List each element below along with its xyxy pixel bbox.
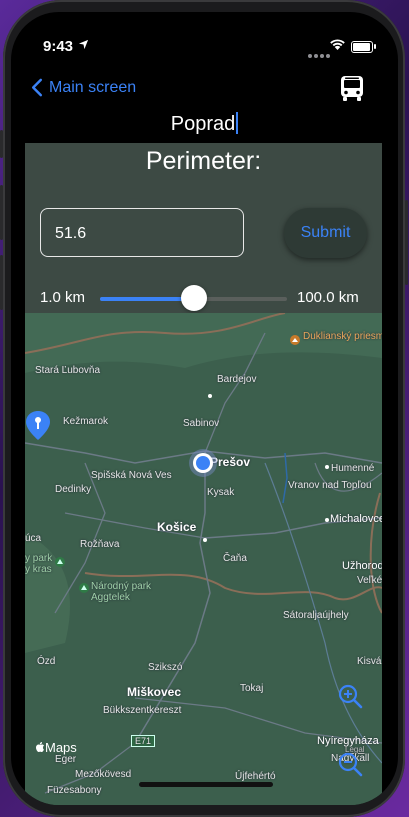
map-label-spisska-nova-ves: Spišská Nová Ves <box>91 470 172 481</box>
map-label-satoraljaujhely: Sátoraljaújhely <box>283 610 349 621</box>
map-label-narodny-park: Národný park Aggtelek <box>91 581 152 603</box>
map-background <box>25 313 382 805</box>
park-icon-aggtelek <box>79 583 89 593</box>
map-label-tokaj: Tokaj <box>240 683 264 694</box>
location-arrow-icon <box>78 39 89 50</box>
perimeter-title: Perimeter: <box>145 147 262 175</box>
map-label-uca: úca <box>25 533 42 544</box>
perimeter-value-input[interactable]: 51.6 <box>40 208 244 257</box>
map-view[interactable]: Duklianský priesmyk Stará Ľubovňa Bardej… <box>25 313 382 805</box>
mountain-pass-icon <box>290 335 300 345</box>
text-cursor <box>236 112 239 134</box>
map-label-bukkszentkereszt: Bükkszentkereszt <box>103 705 182 716</box>
volume-down-button <box>0 255 3 310</box>
city-search-field[interactable]: Poprad <box>11 112 398 136</box>
back-button[interactable]: Main screen <box>31 78 136 97</box>
map-label-kosice: Košice <box>157 520 197 534</box>
map-label-humenne: Humenné <box>331 463 375 474</box>
user-location-marker[interactable] <box>193 453 213 473</box>
power-button <box>405 200 408 285</box>
back-button-label: Main screen <box>49 78 137 96</box>
apple-maps-logo: Maps <box>35 740 77 755</box>
map-label-sabinov: Sabinov <box>183 418 220 429</box>
home-indicator[interactable] <box>139 782 273 787</box>
map-label-fuzesabony: Füzesabony <box>47 785 102 796</box>
map-label-velke: Veľké <box>357 575 382 586</box>
slider-max-label: 100.0 km <box>297 289 359 306</box>
wifi-icon <box>330 39 345 50</box>
map-label-szikszo: Szikszó <box>148 662 183 673</box>
map-label-dedinky: Dedinky <box>55 484 92 495</box>
map-label-kezmarok: Kežmarok <box>63 416 109 427</box>
map-label-dukliansky: Duklianský priesmyk <box>303 331 382 342</box>
maps-attribution: Maps <box>45 740 77 755</box>
map-label-kisva: Kisvá <box>357 656 382 667</box>
submit-button[interactable]: Submit <box>284 208 367 258</box>
apple-logo-icon <box>36 742 44 752</box>
map-label-eger: Eger <box>55 754 77 765</box>
map-label-kysak: Kysak <box>207 487 235 498</box>
map-label-uzhorod: Užhorod <box>342 560 382 572</box>
map-label-michalovce: Michalovce <box>330 513 382 525</box>
zoom-in-icon[interactable] <box>337 683 363 709</box>
perimeter-slider-fill <box>100 297 194 301</box>
map-label-park-left: y park y kras <box>25 553 53 575</box>
mute-switch <box>0 130 3 158</box>
map-label-ozd: Ózd <box>37 656 56 667</box>
road-e71-badge: E71 <box>131 735 156 747</box>
map-label-roznava: Rožňava <box>80 539 120 550</box>
map-label-mezokovesd: Mezőkövesd <box>75 769 132 780</box>
status-bar: 9:43 <box>11 12 398 66</box>
map-label-bardejov: Bardejov <box>217 374 257 385</box>
map-label-vranov: Vranov nad Topľou <box>288 480 372 491</box>
perimeter-panel: Perimeter: 51.6 Submit 1.0 km 100.0 km <box>25 143 382 313</box>
map-label-presov: Prešov <box>210 455 251 469</box>
status-time: 9:43 <box>43 38 74 55</box>
map-label-cana: Čaňa <box>223 553 247 564</box>
map-label-stara-lubovna: Stará Ľubovňa <box>35 365 101 376</box>
zoom-out-icon[interactable] <box>337 751 363 777</box>
map-label-miskovec: Miškovec <box>127 685 182 699</box>
battery-icon <box>351 41 373 53</box>
map-label-ujfeherto: Újfehértó <box>235 771 276 782</box>
screen: 9:43 Main screen Poprad Perimeter: 51.6 … <box>11 12 398 805</box>
bus-icon[interactable] <box>339 75 365 103</box>
park-icon <box>55 557 65 567</box>
volume-up-button <box>0 185 3 240</box>
map-pin-icon[interactable] <box>25 410 51 442</box>
perimeter-slider-thumb[interactable] <box>180 285 207 311</box>
chevron-left-icon <box>31 78 43 97</box>
city-name: Poprad <box>170 113 236 135</box>
slider-min-label: 1.0 km <box>40 289 86 306</box>
